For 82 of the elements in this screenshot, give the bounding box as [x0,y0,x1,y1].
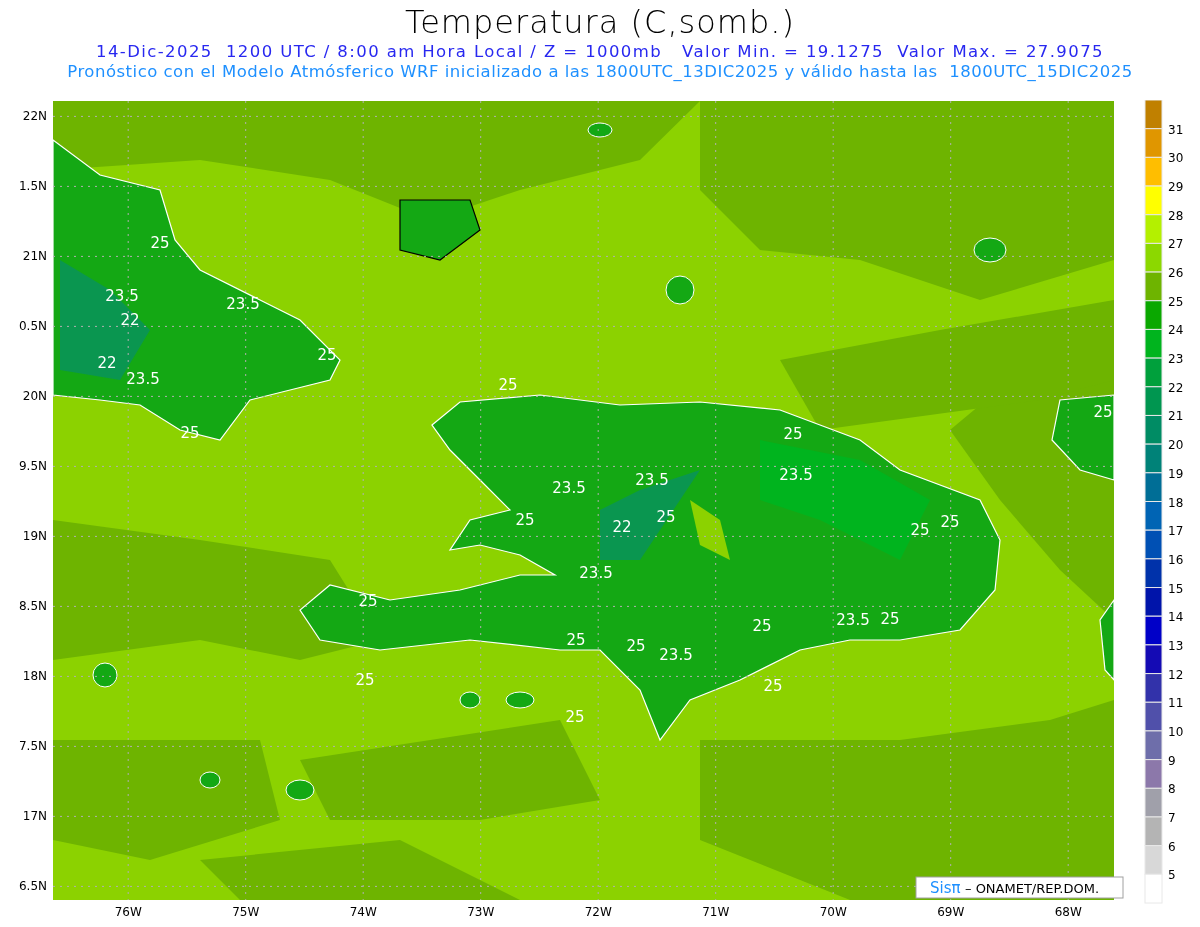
latitude-label: 7.5N [18,739,47,754]
contour-label: 23.5 [552,479,586,497]
contour-label: 25 [763,677,783,695]
legend-label: 12 [1168,667,1184,682]
contour-label: 22 [612,518,632,536]
legend-label: 20 [1168,438,1184,453]
contour-label: 25 [626,637,646,655]
legend-label: 30 [1168,151,1184,166]
contour-label: 25 [783,425,803,443]
contour-label: 25 [498,376,518,394]
legend-label: 23 [1168,352,1184,367]
latitude-label: 21N [22,249,47,264]
contour-label: 22 [120,311,140,329]
legend-label: 13 [1168,638,1184,653]
legend-label: 9 [1168,753,1176,768]
legend-label: 31 [1168,122,1184,137]
latitude-label: 9.5N [18,459,47,474]
legend-label: 24 [1168,323,1184,338]
legend-label: 22 [1168,380,1184,395]
legend-label: 19 [1168,466,1184,481]
contour-label: 23.5 [779,466,813,484]
contour-label: 25 [752,617,772,635]
contour-label: 25 [355,671,375,689]
contour-label: 23.5 [836,611,870,629]
contour-label: 23.5 [105,287,139,305]
contour-label: 23.5 [579,564,613,582]
chart-subtitle: 14-Dic-2025 1200 UTC / 8:00 am Hora Local / Z = 1000mb Valor Min. = 19.1275 Valor Max. = 27.9075 [96,42,1104,62]
contour-label: 23.5 [226,295,260,313]
contour-label: 25 [317,346,337,364]
contour-label: 25 [880,610,900,628]
legend-label: 26 [1168,266,1184,281]
latitude-label: 20N [22,389,47,404]
longitude-label: 68W [1054,905,1082,919]
longitude-label: 76W [114,905,142,919]
contour-label: 25 [1093,403,1113,421]
contour-label: 23.5 [126,370,160,388]
longitude-label: 73W [467,905,495,919]
legend-label: 15 [1168,581,1184,596]
contour-label: 22 [97,354,117,372]
contour-label: 25 [656,508,676,526]
latitude-label: 19N [22,529,47,544]
latitude-label: 22N [22,109,47,124]
legend-label: 5 [1168,868,1176,883]
legend-label: 8 [1168,782,1176,797]
longitude-label: 72W [584,905,612,919]
contour-label: 23.5 [635,471,669,489]
contour-label: 25 [910,521,930,539]
legend-label: 10 [1168,724,1184,739]
legend-label: 17 [1168,524,1184,539]
legend-label: 18 [1168,495,1184,510]
brand-logo: Sisπ [930,879,961,897]
latitude-label: 8.5N [18,599,47,614]
longitude-label: 74W [349,905,377,919]
longitude-label: 75W [232,905,260,919]
longitude-label: 70W [819,905,847,919]
latitude-label: 6.5N [18,879,47,894]
contour-label: 25 [515,511,535,529]
latitude-label: 0.5N [18,319,47,334]
forecast-description: Pronóstico con el Modelo Atmósferico WRF inicializado a las 1800UTC_13DIC2025 y válido hasta las 1800UTC_15DIC2025 [67,62,1133,82]
legend-label: 28 [1168,208,1184,223]
credit-text: – ONAMET/REP.DOM. [965,881,1100,896]
legend-label: 25 [1168,294,1184,309]
legend-label: 14 [1168,610,1184,625]
contour-label: 25 [565,708,585,726]
latitude-label: 1.5N [18,179,47,194]
legend-label: 16 [1168,552,1184,567]
latitude-label: 17N [22,809,47,824]
legend-label: 21 [1168,409,1184,424]
contour-label: 23.5 [659,646,693,664]
legend-label: 11 [1168,696,1184,711]
legend-label: 6 [1168,839,1176,854]
contour-label: 25 [566,631,586,649]
contour-label: 25 [150,234,170,252]
legend-label: 7 [1168,810,1176,825]
longitude-label: 69W [937,905,965,919]
latitude-label: 18N [22,669,47,684]
legend-label: 29 [1168,180,1184,195]
chart-title: Temperatura (C,somb.) [405,2,795,42]
legend-label: 27 [1168,237,1184,252]
longitude-label: 71W [702,905,730,919]
contour-label: 25 [940,513,960,531]
contour-label: 25 [358,592,378,610]
